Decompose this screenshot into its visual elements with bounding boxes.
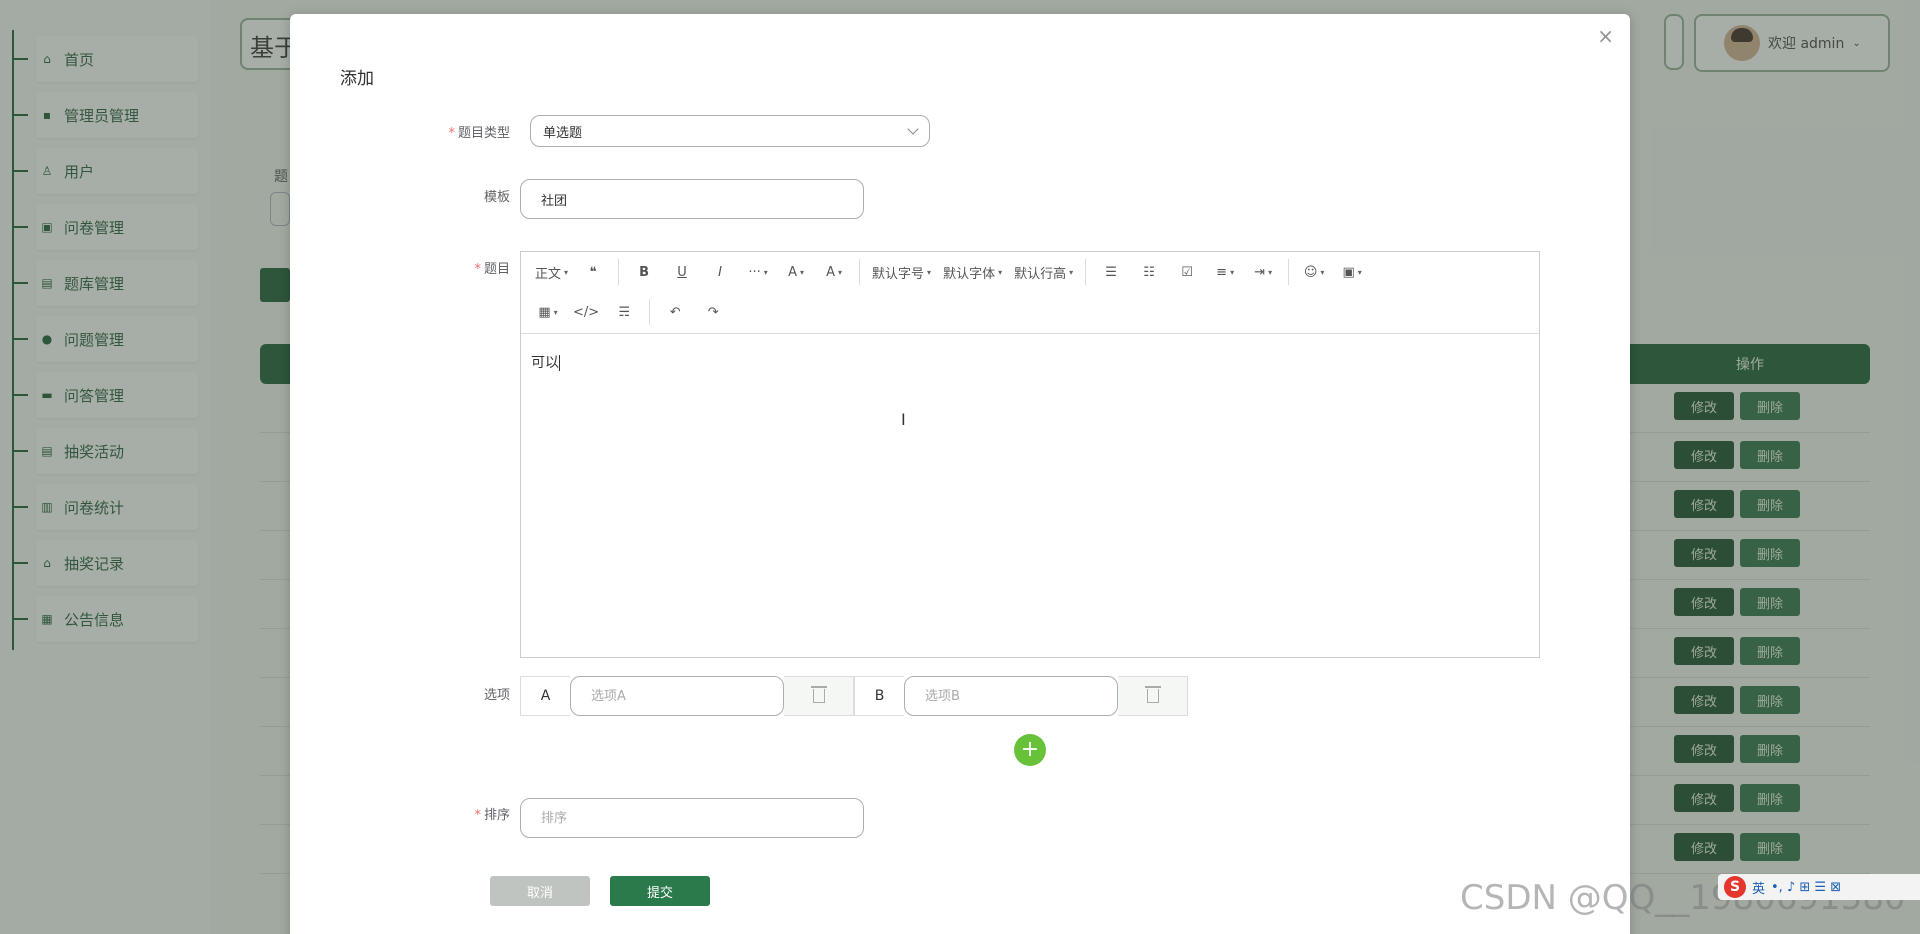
more-icon[interactable]: ··· ▾ (739, 256, 777, 288)
undo-icon[interactable]: ↶ (656, 296, 694, 328)
option-letter: A (520, 676, 570, 716)
option-b-input[interactable] (904, 676, 1118, 716)
option-b: B (854, 676, 1188, 716)
rich-text-editor[interactable]: 正文 ▾ ❝ B U I ··· ▾ A ▾ A ▾ 默认字号 ▾ 默认字体 ▾ 默认行高 ▾ ☰ ☷ ☑ ≡ ▾ ⇥ ▾ ☺ ▾ ▣… (520, 251, 1540, 658)
ime-tools-icon[interactable]: •, ♪ ⊞ ☰ ⊠ (1771, 880, 1841, 895)
cancel-button[interactable]: 取消 (490, 876, 590, 906)
options-label: 选项 (483, 688, 510, 703)
underline-icon[interactable]: U (663, 256, 701, 288)
delete-option-button[interactable] (784, 676, 854, 716)
toolbar-divider (618, 259, 620, 285)
ime-logo-icon: S (1724, 876, 1746, 898)
ime-language[interactable]: 英 (1752, 878, 1765, 897)
font-size-icon[interactable]: 默认字号 ▾ (866, 256, 937, 288)
italic-icon[interactable]: I (701, 256, 739, 288)
text-cursor-icon: I (901, 410, 906, 429)
sort-label: * 排序 (474, 808, 510, 823)
align-icon[interactable]: ≡ ▾ (1206, 256, 1244, 288)
add-option-button[interactable]: + (1014, 734, 1046, 766)
image-icon[interactable]: ▣ ▾ (1333, 256, 1371, 288)
editor-toolbar: 正文 ▾ ❝ B U I ··· ▾ A ▾ A ▾ 默认字号 ▾ 默认字体 ▾ 默认行高 ▾ ☰ ☷ ☑ ≡ ▾ ⇥ ▾ ☺ ▾ ▣… (521, 252, 1539, 334)
option-letter: B (854, 676, 904, 716)
question-type-label: * 题目类型 (448, 126, 510, 141)
option-a: A (520, 676, 854, 716)
submit-button[interactable]: 提交 (610, 876, 710, 906)
indent-icon[interactable]: ⇥ ▾ (1244, 256, 1282, 288)
todo-icon[interactable]: ☑ (1168, 256, 1206, 288)
divider-icon[interactable]: ☴ (605, 296, 643, 328)
emoji-icon[interactable]: ☺ ▾ (1295, 256, 1333, 288)
redo-icon[interactable]: ↷ (694, 296, 732, 328)
table-icon[interactable]: ▦ ▾ (529, 296, 567, 328)
dialog-title: 添加 (340, 69, 374, 89)
question-type-value: 单选题 (543, 125, 583, 141)
template-input[interactable] (520, 179, 864, 219)
toolbar-divider (649, 299, 651, 325)
ime-toolbar[interactable]: S 英 •, ♪ ⊞ ☰ ⊠ (1718, 874, 1920, 900)
close-icon[interactable]: × (1597, 24, 1614, 48)
font-family-icon[interactable]: 默认字体 ▾ (937, 256, 1008, 288)
line-height-icon[interactable]: 默认行高 ▾ (1008, 256, 1079, 288)
heading-icon[interactable]: 正文 ▾ (529, 256, 574, 288)
trash-icon (810, 686, 827, 703)
toolbar-divider (1085, 259, 1087, 285)
option-a-input[interactable] (570, 676, 784, 716)
editor-content[interactable]: 可以 (521, 334, 1539, 390)
blockquote-icon[interactable]: ❝ (574, 256, 612, 288)
add-question-dialog: 添加 × *题目类型 单选题 模板 *题目 正文▾❝BUI···▾A▾A▾默认字… (290, 14, 1630, 934)
toolbar-divider (859, 259, 861, 285)
background-color-icon[interactable]: A ▾ (815, 256, 853, 288)
toolbar-divider (1288, 259, 1290, 285)
chevron-down-icon (907, 123, 919, 135)
question-type-select[interactable]: 单选题 (530, 115, 930, 147)
font-color-icon[interactable]: A ▾ (777, 256, 815, 288)
delete-option-button[interactable] (1118, 676, 1188, 716)
bold-icon[interactable]: B (625, 256, 663, 288)
bullet-list-icon[interactable]: ☰ (1092, 256, 1130, 288)
question-label: * 题目 (474, 262, 510, 277)
trash-icon (1144, 686, 1161, 703)
sort-input[interactable] (520, 798, 864, 838)
template-label: 模板 (483, 190, 510, 205)
numbered-list-icon[interactable]: ☷ (1130, 256, 1168, 288)
code-icon[interactable]: </> (567, 296, 605, 328)
